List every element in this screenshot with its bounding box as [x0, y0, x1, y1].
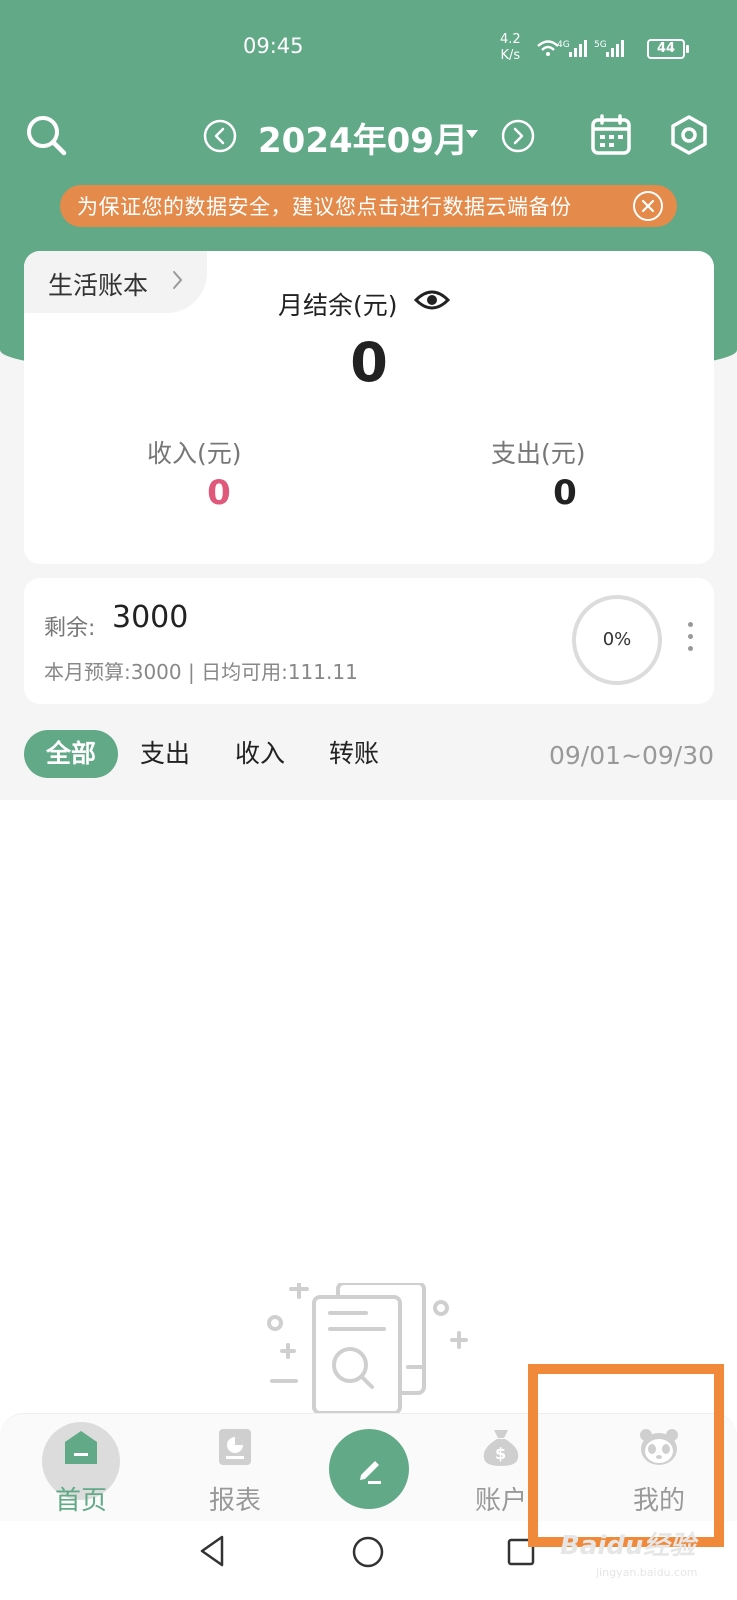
budget-card[interactable]: 剩余: 3000 本月预算:3000 | 日均可用:111.11 0% [24, 578, 714, 704]
tab-income[interactable]: 收入 [235, 730, 285, 778]
nav-report-label: 报表 [208, 1486, 261, 1516]
status-time: 09:45 [243, 34, 304, 58]
tab-transfer[interactable]: 转账 [329, 730, 379, 778]
network-speed: 4.2 K/s [500, 32, 521, 64]
more-options-icon[interactable] [688, 622, 694, 658]
budget-detail: 本月预算:3000 | 日均可用:111.11 [44, 660, 358, 684]
budget-progress-text: 0% [602, 629, 632, 650]
home-icon [65, 1431, 97, 1464]
remaining-value: 3000 [112, 600, 189, 635]
money-bag-icon: $ [483, 1430, 519, 1466]
monthly-summary-card: 生活账本 月结余(元) 0 收入(元) 0 支出(元) 0 [24, 251, 714, 564]
nav-report[interactable]: 报表 [180, 1414, 290, 1522]
tab-expense[interactable]: 支出 [140, 730, 190, 778]
backup-banner[interactable]: 为保证您的数据安全，建议您点击进行数据云端备份 [60, 185, 677, 227]
chevron-left-circle-icon[interactable] [203, 119, 237, 153]
income-value: 0 [207, 473, 231, 513]
tab-all[interactable]: 全部 [24, 730, 118, 778]
network-5g-label: 5G [594, 40, 607, 50]
baidu-watermark: Baidu经验 [560, 1531, 696, 1561]
report-icon [219, 1429, 251, 1465]
nav-home-label: 首页 [54, 1486, 107, 1516]
highlight-box [528, 1364, 724, 1547]
battery-indicator: 44 [647, 39, 689, 59]
svg-text:$: $ [495, 1444, 506, 1463]
close-icon[interactable] [632, 190, 664, 222]
wifi-icon [537, 40, 559, 56]
baidu-watermark-url: jingyan.baidu.com [596, 1566, 698, 1579]
pencil-icon [360, 1461, 381, 1484]
nav-home[interactable]: 首页 [26, 1414, 136, 1522]
book-selector[interactable]: 生活账本 [24, 251, 207, 313]
home-circle-icon[interactable] [351, 1535, 385, 1569]
signal-5g-icon [606, 40, 624, 57]
network-speed-value: 4.2 [500, 32, 521, 47]
balance-value: 0 [350, 331, 388, 394]
book-label: 生活账本 [48, 271, 149, 300]
date-range[interactable]: 09/01~09/30 [549, 741, 714, 770]
expense-label: 支出(元) [491, 439, 586, 468]
income-label: 收入(元) [147, 439, 242, 468]
add-record-button[interactable] [329, 1429, 409, 1509]
expense-value: 0 [553, 473, 577, 513]
signal-icons: 4G 5G [537, 40, 624, 57]
signal-4g-icon [569, 40, 587, 57]
balance-label: 月结余(元) [278, 291, 398, 320]
back-icon[interactable] [196, 1533, 228, 1569]
backup-banner-text: 为保证您的数据安全，建议您点击进行数据云端备份 [77, 195, 572, 219]
hexagon-gear-icon[interactable] [668, 114, 710, 156]
eye-icon[interactable] [414, 286, 450, 314]
calendar-icon[interactable] [590, 114, 632, 156]
chevron-right-circle-icon[interactable] [501, 119, 535, 153]
chevron-right-icon [173, 271, 183, 289]
remaining-label: 剩余: [44, 616, 96, 641]
empty-records-illustration [267, 1283, 468, 1413]
network-speed-unit: K/s [500, 48, 521, 63]
network-4g-label: 4G [557, 40, 570, 50]
search-icon[interactable] [24, 113, 68, 157]
caret-down-icon[interactable] [466, 130, 478, 138]
month-selector[interactable]: 2024年09月 [258, 113, 468, 162]
